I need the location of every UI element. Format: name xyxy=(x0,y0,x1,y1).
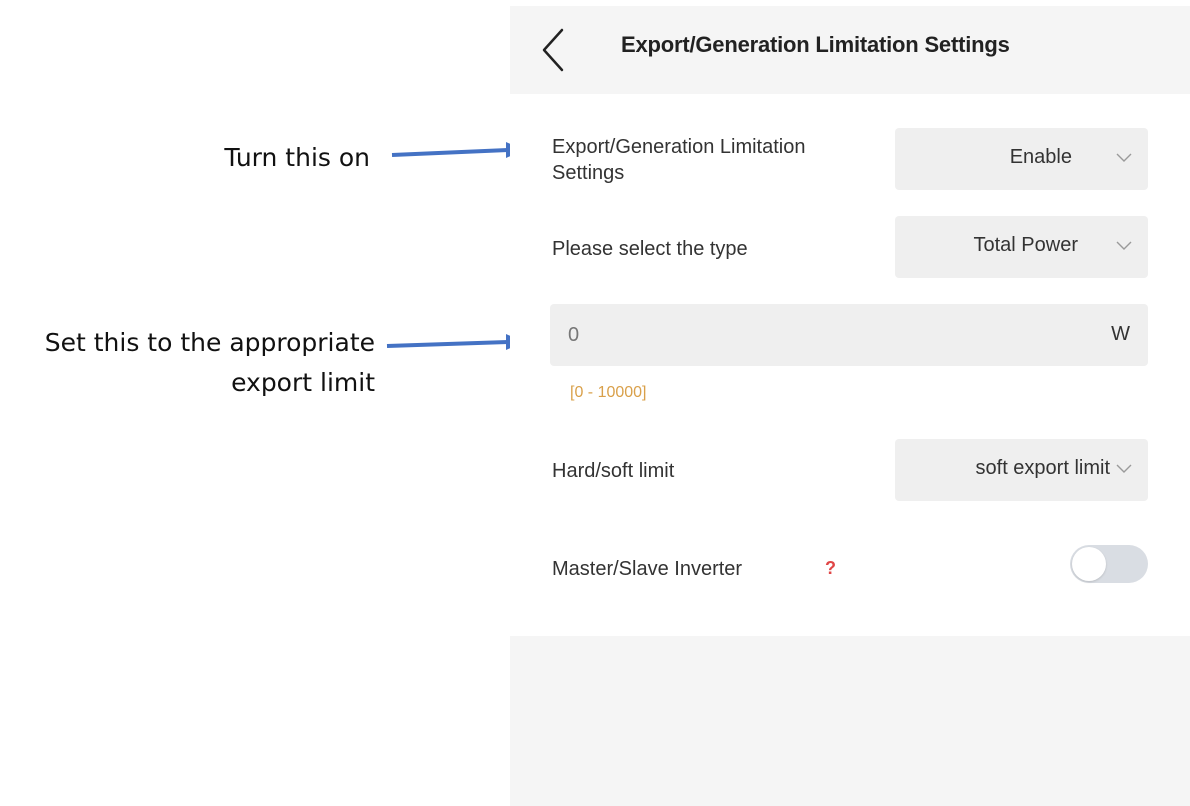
annotation-set-limit-line1: Set this to the appropriate xyxy=(44,328,375,357)
arrow-to-limitation-select xyxy=(391,142,524,158)
chevron-left-icon xyxy=(542,28,564,72)
power-limit-input[interactable] xyxy=(568,321,1048,349)
settings-card: Export/Generation Limitation Settings En… xyxy=(510,94,1190,636)
header-bar: Export/Generation Limitation Settings xyxy=(510,6,1190,94)
type-label: Please select the type xyxy=(552,238,748,260)
limit-mode-select-value: soft export limit xyxy=(975,457,1110,479)
settings-screen: Export/Generation Limitation Settings Ex… xyxy=(510,6,1190,806)
back-button[interactable] xyxy=(538,26,570,74)
annotation-turn-on-text: Turn this on xyxy=(224,143,370,172)
page-title: Export/Generation Limitation Settings xyxy=(621,32,1010,57)
annotation-set-limit: Set this to the appropriate export limit xyxy=(45,323,375,403)
power-range-hint: [0 - 10000] xyxy=(570,384,647,401)
type-select-value: Total Power xyxy=(973,234,1079,256)
chevron-down-icon xyxy=(1116,153,1132,162)
chevron-down-icon xyxy=(1116,241,1132,250)
limit-mode-select[interactable]: soft export limit xyxy=(895,439,1148,501)
annotation-turn-on: Turn this on xyxy=(224,138,370,178)
power-limit-field[interactable]: W xyxy=(550,304,1148,366)
help-icon[interactable]: ? xyxy=(825,558,836,579)
limitation-label: Export/Generation Limitation Settings xyxy=(552,134,805,186)
toggle-knob xyxy=(1072,547,1106,581)
chevron-down-icon xyxy=(1116,464,1132,473)
annotation-set-limit-line2: export limit xyxy=(231,368,375,397)
master-slave-label: Master/Slave Inverter xyxy=(552,558,743,580)
limitation-select-value: Enable xyxy=(1009,146,1072,168)
arrow-to-power-input xyxy=(386,334,524,350)
limitation-select[interactable]: Enable xyxy=(895,128,1148,190)
limitation-label-line1: Export/Generation Limitation xyxy=(552,136,806,158)
limitation-label-line2: Settings xyxy=(552,162,625,184)
limit-mode-label: Hard/soft limit xyxy=(552,460,675,482)
master-slave-toggle[interactable] xyxy=(1070,545,1148,583)
type-select[interactable]: Total Power xyxy=(895,216,1148,278)
power-unit: W xyxy=(1111,323,1130,345)
